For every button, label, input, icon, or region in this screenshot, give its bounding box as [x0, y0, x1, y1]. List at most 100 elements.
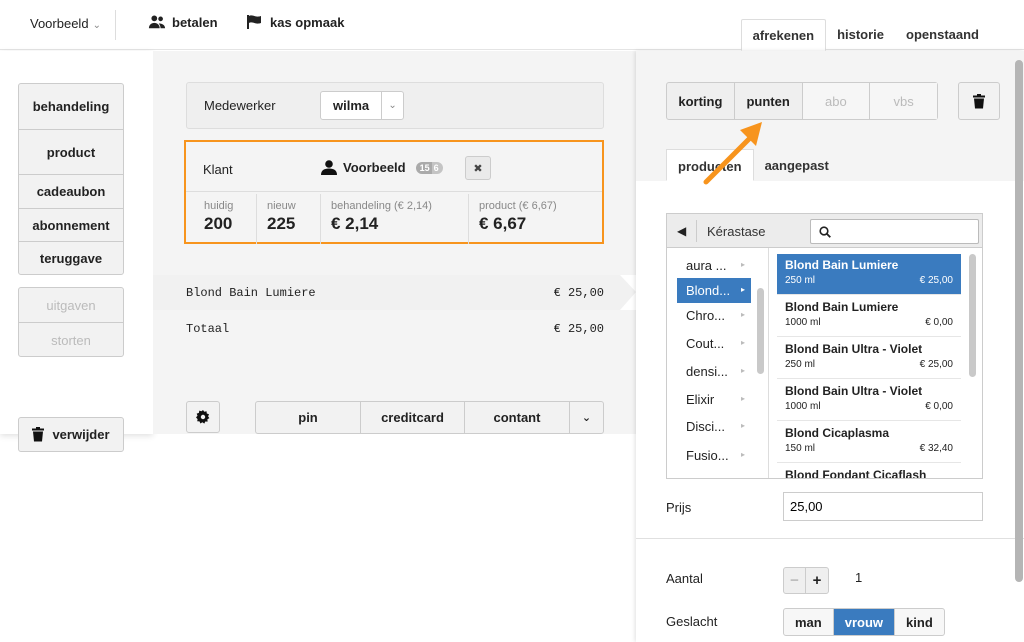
page-scrollbar[interactable] [1015, 60, 1023, 582]
product-price: € 32,40 [919, 443, 953, 454]
product-name: Blond Bain Lumiere [785, 300, 899, 314]
points-new-label: nieuw [267, 200, 296, 212]
gender-man-button[interactable]: man [784, 609, 833, 635]
product-scrollbar[interactable] [969, 254, 976, 377]
gender-kind-button[interactable]: kind [894, 609, 944, 635]
points-new-value: 225 [267, 214, 296, 233]
points-current: huidig 200 [194, 194, 256, 244]
pay-creditcard-button[interactable]: creditcard [360, 402, 464, 433]
chevron-right-icon: ▸ [740, 338, 745, 347]
menu-behandeling[interactable]: behandeling [19, 84, 123, 129]
product-browser: ◀ Kérastase aura ... ▸ Blond... ▸ Chro... ▸… [666, 213, 983, 479]
tab-afrekenen[interactable]: afrekenen [740, 19, 827, 51]
product-item[interactable]: Blond Bain Ultra - Violet 1000 ml € 0,00 [777, 380, 961, 421]
quantity-stepper: − + [783, 567, 829, 594]
category-item[interactable]: Elixir ▸ [677, 387, 751, 412]
sale-line[interactable]: Blond Bain Lumiere € 25,00 [153, 275, 620, 310]
discount-options: korting punten abo vbs [666, 82, 938, 120]
user-icon [321, 160, 337, 175]
category-item[interactable]: Chro... ▸ [677, 303, 751, 328]
product-search-input[interactable] [810, 219, 979, 244]
category-item-selected[interactable]: Blond... ▸ [677, 278, 751, 303]
tab-producten[interactable]: producten [666, 149, 754, 181]
product-name: Blond Bain Lumiere [785, 258, 899, 272]
category-item[interactable]: densi... ▸ [677, 359, 751, 384]
value-product-value: € 6,67 [479, 214, 527, 233]
value-treatment: behandeling (€ 2,14) € 2,14 [320, 194, 468, 244]
delete-line-button[interactable] [958, 82, 1000, 120]
tab-historie[interactable]: historie [826, 19, 895, 51]
points-current-value: 200 [204, 214, 233, 233]
gear-icon [196, 410, 210, 424]
category-label: aura ... [686, 258, 727, 273]
customer-label: Klant [203, 162, 233, 177]
chevron-down-icon: ⌄ [92, 20, 101, 31]
product-item[interactable]: Blond Fondant Cicaflash [777, 464, 961, 478]
chevron-down-icon: ⌄ [581, 412, 592, 424]
tab-aangepast[interactable]: aangepast [754, 149, 840, 181]
product-item[interactable]: Blond Bain Lumiere 1000 ml € 0,00 [777, 296, 961, 337]
product-name: Blond Bain Ultra - Violet [785, 342, 923, 356]
pay-pin-button[interactable]: pin [256, 402, 360, 433]
customer-name-link[interactable]: Voorbeeld 15 6 [321, 160, 443, 175]
price-label: Prijs [666, 500, 692, 515]
visit-count-badge: 15 [415, 161, 432, 174]
cash-menu: uitgaven storten [18, 287, 124, 357]
increment-button[interactable]: + [806, 568, 828, 593]
discount-korting-button[interactable]: korting [667, 83, 734, 119]
menu-storten[interactable]: storten [19, 322, 123, 356]
selected-line-pointer [620, 275, 636, 310]
discount-vbs-button: vbs [869, 83, 937, 119]
value-product-label: product (€ 6,67) [479, 200, 557, 212]
menu-uitgaven[interactable]: uitgaven [19, 288, 123, 322]
tab-openstaand[interactable]: openstaand [895, 19, 990, 51]
gender-vrouw-button[interactable]: vrouw [832, 609, 895, 635]
chevron-down-icon: ⌄ [381, 92, 403, 119]
menu-cadeaubon[interactable]: cadeaubon [19, 174, 123, 208]
back-arrow-icon[interactable]: ◀ [677, 224, 686, 238]
browser-header: ◀ Kérastase [667, 214, 982, 248]
payment-methods: pin creditcard contant ⌄ [255, 401, 604, 434]
category-item[interactable]: Cout... ▸ [677, 331, 751, 356]
employee-select[interactable]: wilma ⌄ [320, 91, 405, 120]
pay-contant-button[interactable]: contant [464, 402, 569, 433]
total-price: € 25,00 [553, 322, 604, 336]
discount-punten-button[interactable]: punten [733, 83, 802, 119]
chevron-right-icon: ▸ [740, 310, 745, 319]
decrement-button[interactable]: − [784, 568, 806, 593]
customer-name: Voorbeeld [343, 160, 406, 175]
product-price: € 0,00 [925, 401, 953, 412]
open-count-badge: 6 [431, 161, 443, 174]
menu-abonnement[interactable]: abonnement [19, 208, 123, 241]
menu-product[interactable]: product [19, 129, 123, 174]
employee-value: wilma [333, 98, 370, 113]
category-item[interactable]: aura ... ▸ [677, 253, 751, 278]
nav-betalen[interactable]: betalen [148, 14, 218, 30]
divider [696, 220, 697, 242]
category-item[interactable]: Fusio... ▸ [677, 443, 751, 468]
quantity-label: Aantal [666, 571, 703, 586]
product-item[interactable]: Blond Bain Ultra - Violet 250 ml € 25,00 [777, 338, 961, 379]
category-item[interactable]: Disci... ▸ [677, 414, 751, 439]
menu-teruggave[interactable]: teruggave [19, 241, 123, 274]
product-item[interactable]: Blond Cicaplasma 150 ml € 32,40 [777, 422, 961, 463]
chevron-right-icon: ▸ [740, 394, 745, 403]
price-input[interactable] [783, 492, 983, 521]
main-tabs: afrekenen historie openstaand [740, 19, 990, 51]
close-icon: ✖ [473, 162, 483, 175]
product-price: € 25,00 [919, 275, 953, 286]
nav-kas-opmaak[interactable]: kas opmaak [246, 14, 344, 30]
value-treatment-label: behandeling (€ 2,14) [331, 200, 432, 212]
settings-button[interactable] [186, 401, 220, 433]
product-panel: korting punten abo vbs producten aangepa… [636, 51, 1024, 642]
quantity-value: 1 [855, 570, 863, 585]
more-payment-button[interactable]: ⌄ [569, 402, 603, 433]
product-size: 1000 ml [785, 317, 821, 328]
delete-sale-button[interactable]: verwijder [18, 417, 124, 452]
org-selector[interactable]: Voorbeeld ⌄ [30, 16, 101, 31]
product-item-selected[interactable]: Blond Bain Lumiere 250 ml € 25,00 [777, 254, 961, 295]
nav-betalen-label: betalen [172, 14, 218, 30]
category-scrollbar[interactable] [757, 288, 764, 374]
remove-customer-button[interactable]: ✖ [465, 156, 491, 180]
chevron-right-icon: ▸ [740, 421, 745, 430]
